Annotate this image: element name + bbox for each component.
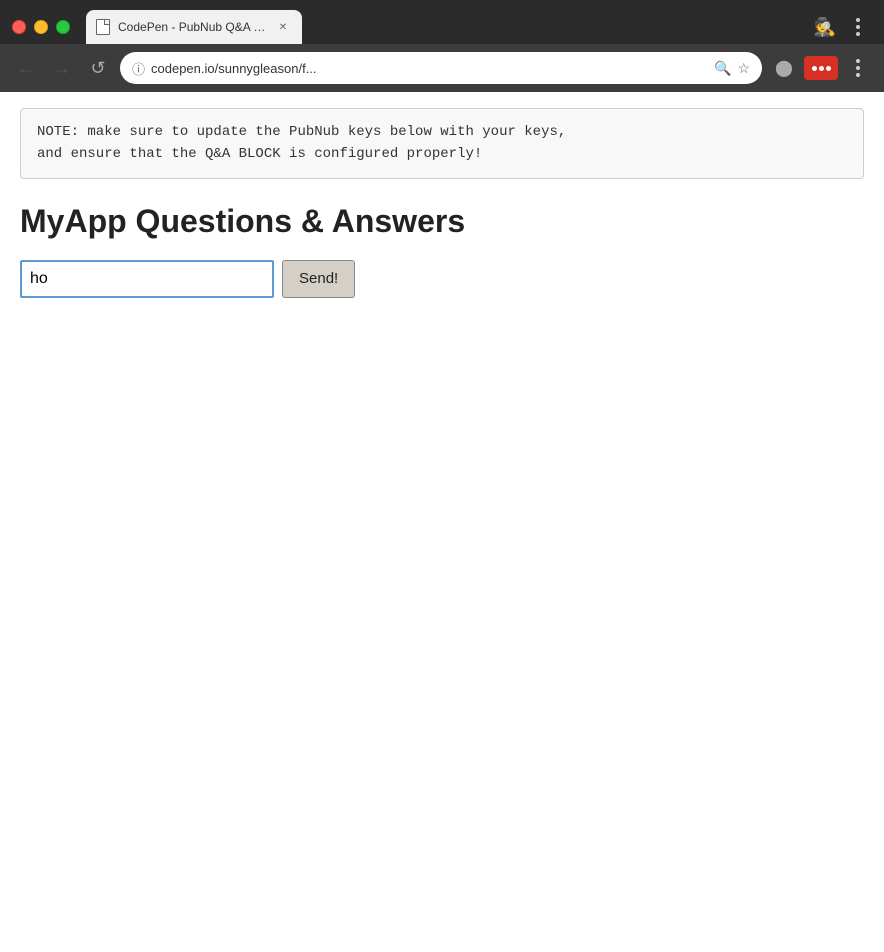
note-line-1: NOTE: make sure to update the PubNub key… xyxy=(37,124,566,140)
incognito-icon: 🕵 xyxy=(814,17,836,38)
tab-close-button[interactable]: ✕ xyxy=(276,20,290,34)
maximize-window-button[interactable] xyxy=(56,20,70,34)
url-text: codepen.io/sunnygleason/f... xyxy=(151,61,708,76)
address-right-icons: 🔍 ☆ xyxy=(714,60,750,77)
browser-chrome: CodePen - PubNub Q&A UI w/ ✕ 🕵 ← → xyxy=(0,0,884,92)
back-button[interactable]: ← xyxy=(12,54,40,82)
tab-title: CodePen - PubNub Q&A UI w/ xyxy=(118,20,268,34)
kebab-icon xyxy=(856,18,860,36)
forward-button[interactable]: → xyxy=(48,54,76,82)
input-row: Send! xyxy=(20,260,864,298)
browser-menu-button[interactable] xyxy=(844,13,872,41)
tab-bar: CodePen - PubNub Q&A UI w/ ✕ xyxy=(86,10,806,44)
minimize-window-button[interactable] xyxy=(34,20,48,34)
more-options-button[interactable] xyxy=(844,54,872,82)
address-bar[interactable]: ⓘ codepen.io/sunnygleason/f... 🔍 ☆ xyxy=(120,52,762,84)
toolbar-right: ⬤ xyxy=(770,54,872,82)
title-bar: CodePen - PubNub Q&A UI w/ ✕ 🕵 xyxy=(0,0,884,44)
extensions-button[interactable] xyxy=(804,56,838,80)
new-tab-area xyxy=(302,10,806,44)
close-window-button[interactable] xyxy=(12,20,26,34)
tab-favicon-icon xyxy=(96,19,110,35)
bookmark-icon[interactable]: ☆ xyxy=(737,60,750,77)
address-bar-row: ← → ↺ ⓘ codepen.io/sunnygleason/f... 🔍 ☆… xyxy=(0,44,884,92)
note-text: NOTE: make sure to update the PubNub key… xyxy=(37,121,847,166)
note-banner: NOTE: make sure to update the PubNub key… xyxy=(20,108,864,179)
privacy-icon[interactable]: ⬤ xyxy=(770,54,798,82)
page-title: MyApp Questions & Answers xyxy=(20,203,864,240)
send-button[interactable]: Send! xyxy=(282,260,355,298)
zoom-out-icon[interactable]: 🔍 xyxy=(714,60,731,77)
info-icon: ⓘ xyxy=(132,59,145,78)
reload-button[interactable]: ↺ xyxy=(84,54,112,82)
question-input[interactable] xyxy=(20,260,274,298)
note-line-2: and ensure that the Q&A BLOCK is configu… xyxy=(37,146,482,162)
browser-menu-right: 🕵 xyxy=(814,13,872,41)
traffic-lights xyxy=(12,20,70,34)
active-tab[interactable]: CodePen - PubNub Q&A UI w/ ✕ xyxy=(86,10,302,44)
page-content: NOTE: make sure to update the PubNub key… xyxy=(0,92,884,314)
vertical-dots-icon xyxy=(856,59,860,77)
